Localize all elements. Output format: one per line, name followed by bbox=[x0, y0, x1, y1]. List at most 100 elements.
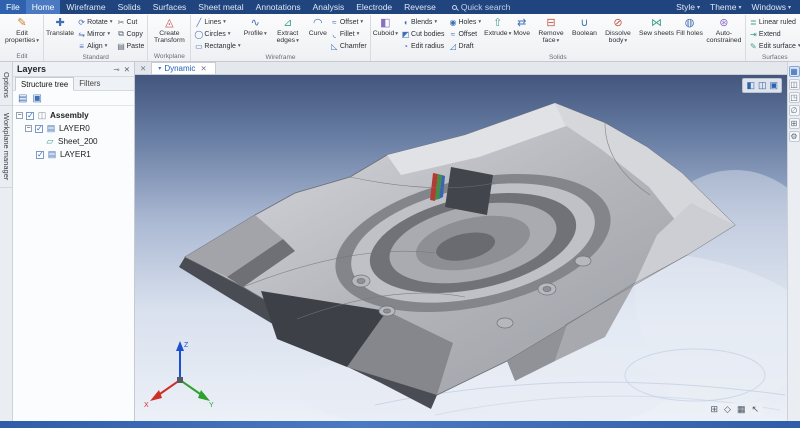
menu-theme[interactable]: Theme▾ bbox=[705, 2, 746, 12]
layers-icon[interactable]: ▤ bbox=[18, 92, 27, 105]
ribbon-tab-sheet-metal[interactable]: Sheet metal bbox=[192, 0, 249, 14]
rotate-button[interactable]: ⟳Rotate▾ bbox=[75, 16, 114, 28]
ribbon-tab-wireframe[interactable]: Wireframe bbox=[60, 0, 111, 14]
close-all-windows-icon[interactable]: ✕ bbox=[138, 64, 148, 74]
ribbon-group-label: Edit bbox=[2, 52, 42, 61]
side-tab-options[interactable]: Options bbox=[0, 65, 12, 106]
blends-button[interactable]: ◖Blends▾ bbox=[399, 16, 446, 28]
cuboid-button[interactable]: ◧Cuboid▾ bbox=[372, 15, 399, 53]
chamfer-button[interactable]: ◺Chamfer bbox=[328, 40, 369, 52]
remove-face-button[interactable]: ⊟Remove face▾ bbox=[531, 15, 571, 53]
auto-constrained-button[interactable]: ⊛Auto-constrained bbox=[704, 15, 744, 53]
viewport-canvas[interactable]: Z X Y ◧◫▣ ⊞ ◇ ▦ ↖ bbox=[135, 75, 787, 421]
ribbon-tab-reverse[interactable]: Reverse bbox=[398, 0, 442, 14]
ribbon-group-label: Wireframe bbox=[192, 53, 368, 62]
close-tab-icon[interactable]: ✕ bbox=[198, 64, 208, 74]
fill-holes-button[interactable]: ◍Fill holes bbox=[675, 15, 704, 53]
offset-button[interactable]: ≈Offset▾ bbox=[328, 16, 369, 28]
translate-button[interactable]: ✚Translate bbox=[45, 15, 75, 53]
axis-triad: Z X Y bbox=[144, 341, 214, 409]
dropdown-arrow-icon: ▾ bbox=[264, 31, 267, 37]
profile-button[interactable]: ∿Profile▾ bbox=[243, 15, 268, 53]
measure-icon[interactable]: ∅ bbox=[789, 105, 800, 116]
linear-ruled-button[interactable]: ≣Linear ruled bbox=[747, 16, 800, 28]
expander-icon[interactable]: − bbox=[16, 112, 23, 119]
views-icon[interactable]: ◫ bbox=[789, 79, 800, 90]
ribbon-tab-solids[interactable]: Solids bbox=[112, 0, 147, 14]
multi-pane-icon[interactable]: ▦ bbox=[737, 404, 746, 415]
pin-icon[interactable]: ⊸ bbox=[113, 65, 119, 74]
extend-button[interactable]: ⇥Extend bbox=[747, 28, 800, 40]
boolean-button[interactable]: ∪Boolean bbox=[571, 15, 598, 53]
move-button[interactable]: ⇄Move bbox=[512, 15, 531, 53]
fillet-button[interactable]: ◟Fillet▾ bbox=[328, 28, 369, 40]
align-button[interactable]: ≡Align▾ bbox=[75, 40, 114, 52]
save-layers-icon[interactable]: ▣ bbox=[32, 92, 41, 105]
model-analysis-icon[interactable]: ▦ bbox=[789, 66, 800, 77]
dropdown-arrow-icon: ▾ bbox=[110, 19, 113, 25]
quick-search[interactable]: Quick search bbox=[444, 0, 519, 14]
edit-radius-button[interactable]: ◔Edit radius bbox=[399, 40, 446, 52]
tree-item-label: LAYER1 bbox=[60, 150, 91, 159]
sew-sheets-button[interactable]: ⋈Sew sheets bbox=[638, 15, 675, 53]
multi-window-icon[interactable]: ◫ bbox=[758, 80, 767, 91]
tree-item-label: Sheet_200 bbox=[58, 137, 98, 146]
zoom-box-icon[interactable]: ⊞ bbox=[710, 404, 718, 415]
menu-windows[interactable]: Windows▾ bbox=[747, 2, 797, 12]
cut-bodies-button[interactable]: ◩Cut bodies bbox=[399, 28, 446, 40]
ribbon-tab-surfaces[interactable]: Surfaces bbox=[147, 0, 193, 14]
button-label: Profile▾ bbox=[244, 30, 267, 37]
iso-view-icon[interactable]: ◇ bbox=[724, 404, 731, 415]
lines-button[interactable]: ╱Lines▾ bbox=[192, 16, 242, 28]
ribbon-group-solids: ◧Cuboid▾◖Blends▾◩Cut bodies◔Edit radius◉… bbox=[371, 15, 746, 61]
sheet-icon: ▱ bbox=[45, 136, 55, 147]
holes-button[interactable]: ◉Holes▾ bbox=[446, 16, 483, 28]
rotate-icon: ⟳ bbox=[77, 18, 86, 27]
snapshot-icon[interactable]: ◳ bbox=[789, 92, 800, 103]
side-tab-workplane-manager[interactable]: Workplane manager bbox=[0, 106, 12, 188]
visibility-checkbox[interactable] bbox=[35, 125, 43, 133]
tree-item-sheet-200[interactable]: ▱Sheet_200 bbox=[13, 135, 134, 148]
tab-filters[interactable]: Filters bbox=[74, 77, 105, 90]
ribbon-tab-analysis[interactable]: Analysis bbox=[307, 0, 351, 14]
rectangle-button[interactable]: ▭Rectangle▾ bbox=[192, 40, 242, 52]
visibility-checkbox[interactable] bbox=[26, 112, 34, 120]
shaded-view-icon[interactable]: ◧ bbox=[746, 80, 755, 91]
chevron-down-icon: ▾ bbox=[697, 4, 700, 11]
extract-edges-button[interactable]: ⊿Extract edges▾ bbox=[268, 15, 308, 53]
mirror-button[interactable]: ⇋Mirror▾ bbox=[75, 28, 114, 40]
paste-button[interactable]: ▤Paste bbox=[114, 40, 146, 52]
chevron-down-icon: ▾ bbox=[738, 4, 741, 11]
visibility-checkbox[interactable] bbox=[36, 151, 44, 159]
edit-properties-button[interactable]: ✎Edit properties▾ bbox=[2, 15, 42, 52]
menu-style[interactable]: Style▾ bbox=[671, 2, 705, 12]
ribbon-tab-annotations[interactable]: Annotations bbox=[250, 0, 307, 14]
dissolve-body-button[interactable]: ⊘Dissolve body▾ bbox=[598, 15, 638, 53]
viewport-tab-dynamic[interactable]: ▾ Dynamic ✕ bbox=[151, 62, 215, 74]
copy-button[interactable]: ⧉Copy bbox=[114, 28, 146, 40]
circles-button[interactable]: ◯Circles▾ bbox=[192, 28, 242, 40]
edit-surface-button[interactable]: ✎Edit surface▾ bbox=[747, 40, 800, 52]
cursor-icon[interactable]: ↖ bbox=[751, 404, 759, 415]
tab-structure-tree[interactable]: Structure tree bbox=[15, 77, 74, 91]
offset-button[interactable]: ≈Offset bbox=[446, 28, 483, 40]
create-transform-button[interactable]: ◬Create Transform bbox=[149, 15, 189, 52]
tree-item-assembly[interactable]: −◫Assembly bbox=[13, 109, 134, 122]
axis-x-label: X bbox=[144, 402, 149, 409]
extrude-button[interactable]: ⇧Extrude▾ bbox=[483, 15, 512, 53]
ribbon-tab-home[interactable]: Home bbox=[26, 0, 61, 14]
tree-item-layer1[interactable]: ▤LAYER1 bbox=[13, 148, 134, 161]
options-icon[interactable]: ⚙ bbox=[789, 131, 800, 142]
full-screen-icon[interactable]: ▣ bbox=[769, 80, 778, 91]
expander-icon[interactable]: − bbox=[25, 125, 32, 132]
file-menu-button[interactable]: File bbox=[0, 0, 26, 14]
close-icon[interactable]: ✕ bbox=[124, 65, 130, 74]
ribbon-tab-electrode[interactable]: Electrode bbox=[350, 0, 398, 14]
calculator-icon[interactable]: ⊞ bbox=[789, 118, 800, 129]
cut-button[interactable]: ✂Cut bbox=[114, 16, 146, 28]
draft-button[interactable]: ◿Draft bbox=[446, 40, 483, 52]
menu-label: Windows bbox=[752, 2, 786, 12]
curve-button[interactable]: ◠Curve bbox=[308, 15, 328, 53]
layers-panel-header: Layers ⊸ ✕ bbox=[13, 62, 134, 77]
tree-item-layer0[interactable]: −▤LAYER0 bbox=[13, 122, 134, 135]
